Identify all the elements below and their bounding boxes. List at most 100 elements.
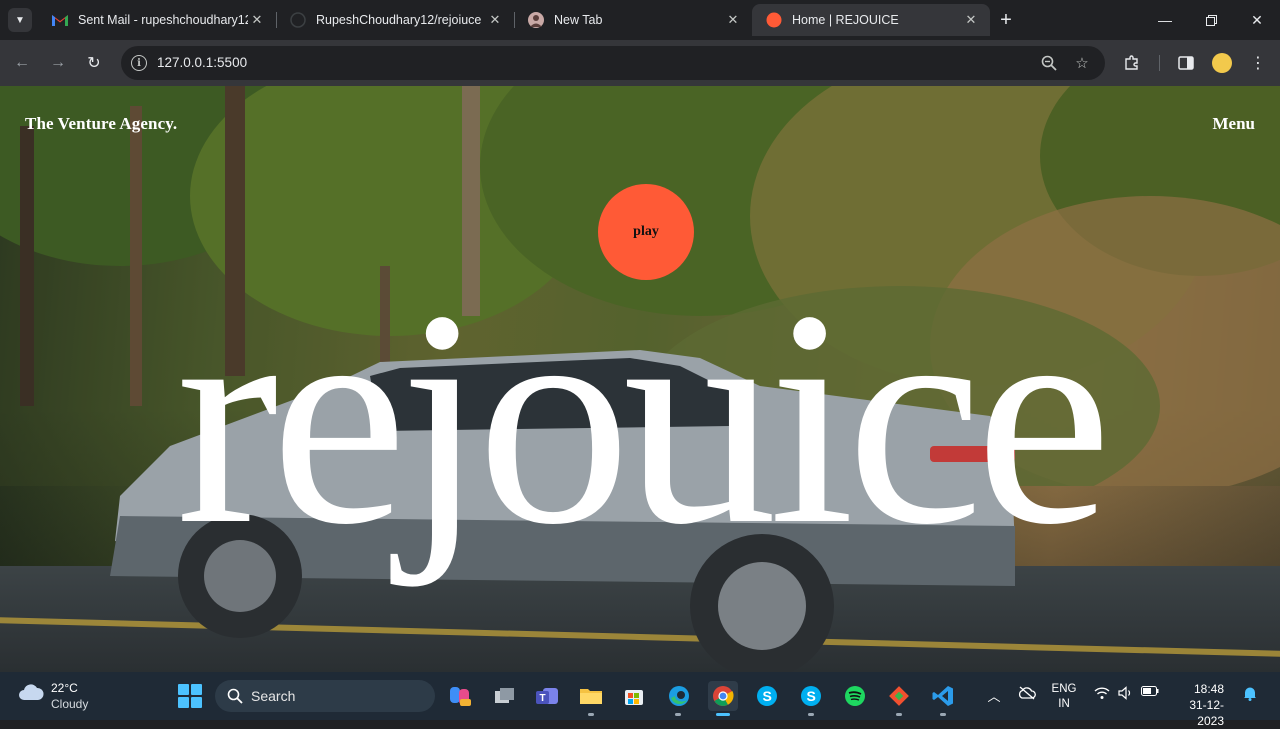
task-view-app[interactable] (490, 681, 520, 711)
browser-menu-button[interactable]: ⋮ (1246, 51, 1270, 75)
cloud-icon[interactable] (18, 682, 44, 702)
spotify-icon (845, 686, 865, 706)
tab-gmail[interactable]: Sent Mail - rupeshchoudhary12 ✕ (38, 4, 276, 36)
store-icon (625, 690, 643, 705)
tab-title: New Tab (554, 13, 603, 27)
close-icon[interactable]: ✕ (248, 11, 266, 29)
tab-title: RupeshChoudhary12/rejoiuce (316, 13, 482, 27)
site-info-icon[interactable]: i (131, 55, 147, 71)
close-icon[interactable]: ✕ (962, 11, 980, 29)
chevron-down-icon: ▼ (15, 14, 25, 26)
minimize-icon: — (1158, 12, 1172, 28)
plus-icon: + (1000, 8, 1012, 31)
edge-icon (669, 686, 689, 706)
clock-date: 31-12-2023 (1189, 698, 1224, 728)
toolbar-divider (1159, 55, 1160, 71)
reload-icon: ↻ (87, 55, 101, 72)
folder-icon (580, 689, 602, 704)
start-button[interactable] (178, 684, 202, 708)
onedrive-icon[interactable] (1017, 686, 1037, 700)
microsoft-store-app[interactable] (619, 681, 649, 711)
menu-button[interactable]: Menu (1213, 114, 1256, 134)
clock-time: 18:48 (1193, 682, 1224, 696)
git-app[interactable] (884, 681, 914, 711)
skype-icon: S (801, 686, 821, 706)
tab-title: Home | REJOUICE (792, 13, 899, 27)
arrow-left-icon: ← (14, 54, 30, 71)
volume-icon[interactable] (1116, 686, 1136, 700)
restore-button[interactable] (1188, 0, 1234, 40)
star-bookmark-icon[interactable]: ☆ (1073, 54, 1091, 72)
tab-strip: ▼ Sent Mail - rupeshchoudhary12 ✕ Rupesh… (0, 0, 1280, 40)
svg-text:T: T (540, 693, 546, 704)
close-icon[interactable]: ✕ (486, 11, 504, 29)
tab-title: Sent Mail - rupeshchoudhary12 (78, 13, 248, 27)
close-window-button[interactable]: ✕ (1234, 0, 1280, 40)
browser-toolbar: ← → ↻ i 127.0.0.1:5500 ☆ ⋮ (0, 40, 1280, 86)
search-icon (227, 688, 243, 704)
close-icon[interactable]: ✕ (724, 11, 742, 29)
windows-logo-icon (178, 697, 189, 708)
chevron-up-icon: ︿ (987, 689, 1001, 704)
zoom-icon[interactable] (1040, 54, 1058, 72)
skype-app[interactable]: S (752, 681, 782, 711)
running-indicator (808, 713, 814, 716)
tab-github[interactable]: RupeshChoudhary12/rejoiuce ✕ (276, 4, 514, 36)
running-indicator (896, 713, 902, 716)
skype-app-2[interactable]: S (796, 681, 826, 711)
system-clock[interactable]: 18:48 31-12-2023 (1168, 681, 1224, 729)
running-indicator (675, 713, 681, 716)
profile-avatar[interactable] (1212, 53, 1232, 73)
task-view-icon (495, 688, 514, 703)
arrow-right-icon: → (50, 54, 66, 71)
brand-logo[interactable]: The Venture Agency. (25, 114, 177, 134)
taskbar-search[interactable]: Search (215, 680, 435, 712)
windows-logo-icon (191, 684, 202, 695)
restore-icon (1205, 14, 1217, 26)
battery-icon[interactable] (1140, 686, 1160, 696)
tab-home-rejouice[interactable]: Home | REJOUICE ✕ (752, 4, 990, 36)
puzzle-icon (1125, 55, 1138, 70)
side-panel-button[interactable] (1174, 51, 1198, 75)
chrome-icon (713, 686, 734, 706)
svg-text:S: S (763, 688, 772, 704)
skype-icon: S (757, 686, 777, 706)
active-indicator (716, 713, 730, 716)
language-code: ENG (1051, 683, 1077, 695)
tab-new-tab[interactable]: New Tab ✕ (514, 4, 752, 36)
address-url[interactable]: 127.0.0.1:5500 (157, 55, 247, 70)
running-indicator (588, 713, 594, 716)
copilot-icon (450, 687, 471, 706)
git-icon (889, 686, 909, 706)
wifi-icon[interactable] (1092, 686, 1112, 700)
teams-app[interactable]: T (532, 681, 562, 711)
file-explorer-app[interactable] (576, 681, 606, 711)
minimize-button[interactable]: — (1142, 0, 1188, 40)
vscode-app[interactable] (928, 681, 958, 711)
weather-condition[interactable]: Cloudy (51, 697, 88, 711)
notifications-button[interactable] (1240, 686, 1260, 701)
language-indicator[interactable]: ENG IN (1050, 682, 1078, 712)
close-icon: ✕ (1251, 11, 1263, 28)
profile-avatar-icon (528, 12, 544, 28)
show-hidden-icons-button[interactable]: ︿ (985, 686, 1003, 705)
site-favicon-icon (766, 12, 782, 28)
address-bar[interactable]: i 127.0.0.1:5500 ☆ (121, 46, 1105, 80)
back-button[interactable]: ← (10, 51, 34, 75)
new-tab-button[interactable]: + (994, 8, 1018, 32)
windows-logo-icon (191, 697, 202, 708)
forward-button[interactable]: → (46, 51, 70, 75)
extensions-button[interactable] (1120, 51, 1144, 75)
running-indicator (940, 713, 946, 716)
gmail-icon (52, 12, 68, 28)
teams-icon: T (536, 688, 558, 704)
tab-search-button[interactable]: ▼ (8, 8, 32, 32)
github-icon (290, 12, 306, 28)
edge-app[interactable] (664, 681, 694, 711)
weather-temperature[interactable]: 22°C (51, 681, 78, 695)
chrome-app[interactable] (708, 681, 738, 711)
vscode-icon (932, 686, 953, 706)
reload-button[interactable]: ↻ (82, 51, 106, 75)
copilot-app[interactable] (445, 681, 475, 711)
spotify-app[interactable] (840, 681, 870, 711)
